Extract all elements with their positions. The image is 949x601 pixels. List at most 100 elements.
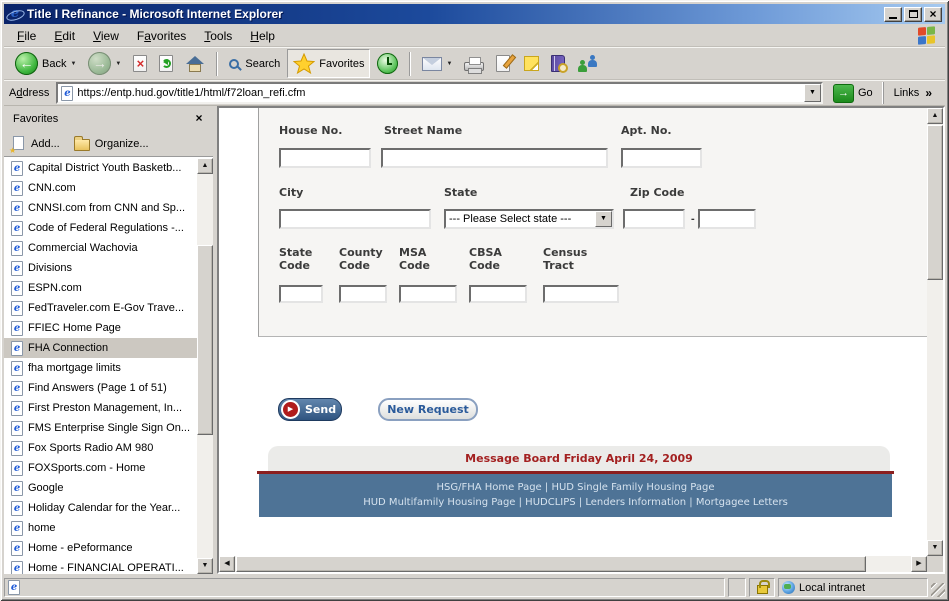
- state-select-value: --- Please Select state ---: [446, 213, 595, 225]
- menu-tools[interactable]: Tools: [195, 26, 241, 46]
- scroll-down-button[interactable]: ▼: [197, 558, 213, 574]
- favorite-item[interactable]: Home - FINANCIAL OPERATI...: [4, 558, 197, 574]
- zip-code-input[interactable]: [623, 209, 685, 229]
- zip-plus4-input[interactable]: [698, 209, 756, 229]
- toolbar-separator: [216, 52, 218, 76]
- ie-page-icon: [11, 281, 23, 296]
- scroll-left-button[interactable]: ◀: [219, 556, 235, 572]
- title-bar[interactable]: Title I Refinance - Microsoft Internet E…: [4, 4, 945, 24]
- back-button[interactable]: Back ▼: [10, 49, 81, 78]
- go-button[interactable]: Go: [829, 83, 877, 104]
- ie-page-icon: [11, 201, 23, 216]
- favorite-item[interactable]: fha mortgage limits: [4, 358, 197, 378]
- state-select-dropdown-icon[interactable]: ▼: [595, 211, 612, 227]
- maximize-button[interactable]: [904, 7, 922, 22]
- search-button[interactable]: Search: [224, 49, 285, 78]
- address-input-box[interactable]: ▼: [56, 82, 823, 104]
- state-select[interactable]: --- Please Select state --- ▼: [444, 209, 614, 229]
- favorite-item[interactable]: CNNSI.com from CNN and Sp...: [4, 198, 197, 218]
- state-code-input[interactable]: [279, 285, 323, 303]
- research-button[interactable]: [546, 49, 570, 78]
- apt-no-input[interactable]: [621, 148, 702, 168]
- county-code-input[interactable]: [339, 285, 387, 303]
- scroll-up-button[interactable]: ▲: [927, 108, 943, 124]
- ie-page-icon: [11, 241, 23, 256]
- scroll-up-button[interactable]: ▲: [197, 158, 213, 174]
- history-button[interactable]: [372, 49, 403, 78]
- msa-code-input[interactable]: [399, 285, 457, 303]
- cbsa-code-input[interactable]: [469, 285, 527, 303]
- favorite-item[interactable]: Code of Federal Regulations -...: [4, 218, 197, 238]
- menu-edit[interactable]: Edit: [45, 26, 84, 46]
- county-code-label: County Code: [339, 246, 387, 272]
- favorite-item[interactable]: Find Answers (Page 1 of 51): [4, 378, 197, 398]
- favorite-item[interactable]: Capital District Youth Basketb...: [4, 158, 197, 178]
- favorite-item[interactable]: Home - ePeformance: [4, 538, 197, 558]
- menu-favorites[interactable]: Favorites: [128, 26, 195, 46]
- scrollbar-thumb[interactable]: [197, 245, 213, 435]
- footer-links-line2[interactable]: HUD Multifamily Housing Page | HUDCLIPS …: [259, 495, 892, 510]
- content-vertical-scrollbar[interactable]: ▲ ▼: [927, 108, 943, 556]
- favorite-item[interactable]: Holiday Calendar for the Year...: [4, 498, 197, 518]
- menu-view[interactable]: View: [84, 26, 128, 46]
- address-input[interactable]: [77, 87, 800, 99]
- city-input[interactable]: [279, 209, 431, 229]
- forward-icon: [88, 52, 111, 75]
- close-button[interactable]: ×: [924, 7, 942, 22]
- favorite-item[interactable]: FedTraveler.com E-Gov Trave...: [4, 298, 197, 318]
- menu-file[interactable]: File: [8, 26, 45, 46]
- discuss-button[interactable]: [519, 49, 544, 78]
- census-tract-input[interactable]: [543, 285, 619, 303]
- send-button[interactable]: ▶ Send: [278, 398, 342, 421]
- scrollbar-thumb[interactable]: [927, 125, 943, 280]
- messenger-button[interactable]: [572, 49, 605, 78]
- edit-button[interactable]: [491, 49, 517, 78]
- minimize-button[interactable]: [884, 7, 902, 22]
- favorite-item[interactable]: CNN.com: [4, 178, 197, 198]
- favorite-item[interactable]: Commercial Wachovia: [4, 238, 197, 258]
- city-label: City: [279, 186, 303, 199]
- ie-page-icon: [11, 481, 23, 496]
- favorites-scrollbar[interactable]: ▲ ▼: [197, 158, 213, 574]
- favorite-item[interactable]: FFIEC Home Page: [4, 318, 197, 338]
- close-icon: ×: [929, 9, 936, 19]
- add-favorite-icon: [11, 136, 26, 152]
- stop-button[interactable]: [128, 49, 152, 78]
- mail-icon: [422, 57, 442, 71]
- favorite-item[interactable]: home: [4, 518, 197, 538]
- favorite-item[interactable]: Google: [4, 478, 197, 498]
- menu-help[interactable]: Help: [241, 26, 284, 46]
- page-favicon: [61, 86, 73, 101]
- scroll-down-button[interactable]: ▼: [927, 540, 943, 556]
- resize-grip[interactable]: [931, 583, 945, 597]
- content-horizontal-scrollbar[interactable]: ◀ ▶: [219, 556, 927, 572]
- favorite-item[interactable]: FOXSports.com - Home: [4, 458, 197, 478]
- add-favorite-button[interactable]: Add...: [11, 136, 60, 152]
- new-request-button[interactable]: New Request: [378, 398, 478, 421]
- forward-button[interactable]: ▼: [83, 49, 126, 78]
- mail-button[interactable]: ▼: [417, 49, 457, 78]
- scrollbar-thumb[interactable]: [236, 556, 866, 572]
- street-name-input[interactable]: [381, 148, 608, 168]
- links-button[interactable]: Links »: [883, 82, 940, 104]
- refresh-button[interactable]: [154, 49, 178, 78]
- favorites-close-button[interactable]: ×: [191, 111, 207, 126]
- favorite-item[interactable]: Divisions: [4, 258, 197, 278]
- footer-links-line1[interactable]: HSG/FHA Home Page | HUD Single Family Ho…: [259, 480, 892, 495]
- favorite-item-selected[interactable]: FHA Connection: [4, 338, 197, 358]
- organize-favorites-button[interactable]: Organize...: [74, 136, 149, 151]
- favorite-item[interactable]: Fox Sports Radio AM 980: [4, 438, 197, 458]
- go-icon: [833, 84, 854, 103]
- stop-icon: [133, 55, 147, 72]
- favorite-item[interactable]: ESPN.com: [4, 278, 197, 298]
- house-no-input[interactable]: [279, 148, 371, 168]
- favorite-item[interactable]: FMS Enterprise Single Sign On...: [4, 418, 197, 438]
- folder-icon: [74, 139, 90, 151]
- favorites-button[interactable]: Favorites: [287, 49, 370, 78]
- home-button[interactable]: [180, 49, 210, 78]
- intranet-globe-icon: [782, 581, 795, 594]
- scroll-right-button[interactable]: ▶: [911, 556, 927, 572]
- address-dropdown-button[interactable]: ▼: [804, 84, 821, 102]
- print-button[interactable]: [459, 49, 489, 78]
- favorite-item[interactable]: First Preston Management, In...: [4, 398, 197, 418]
